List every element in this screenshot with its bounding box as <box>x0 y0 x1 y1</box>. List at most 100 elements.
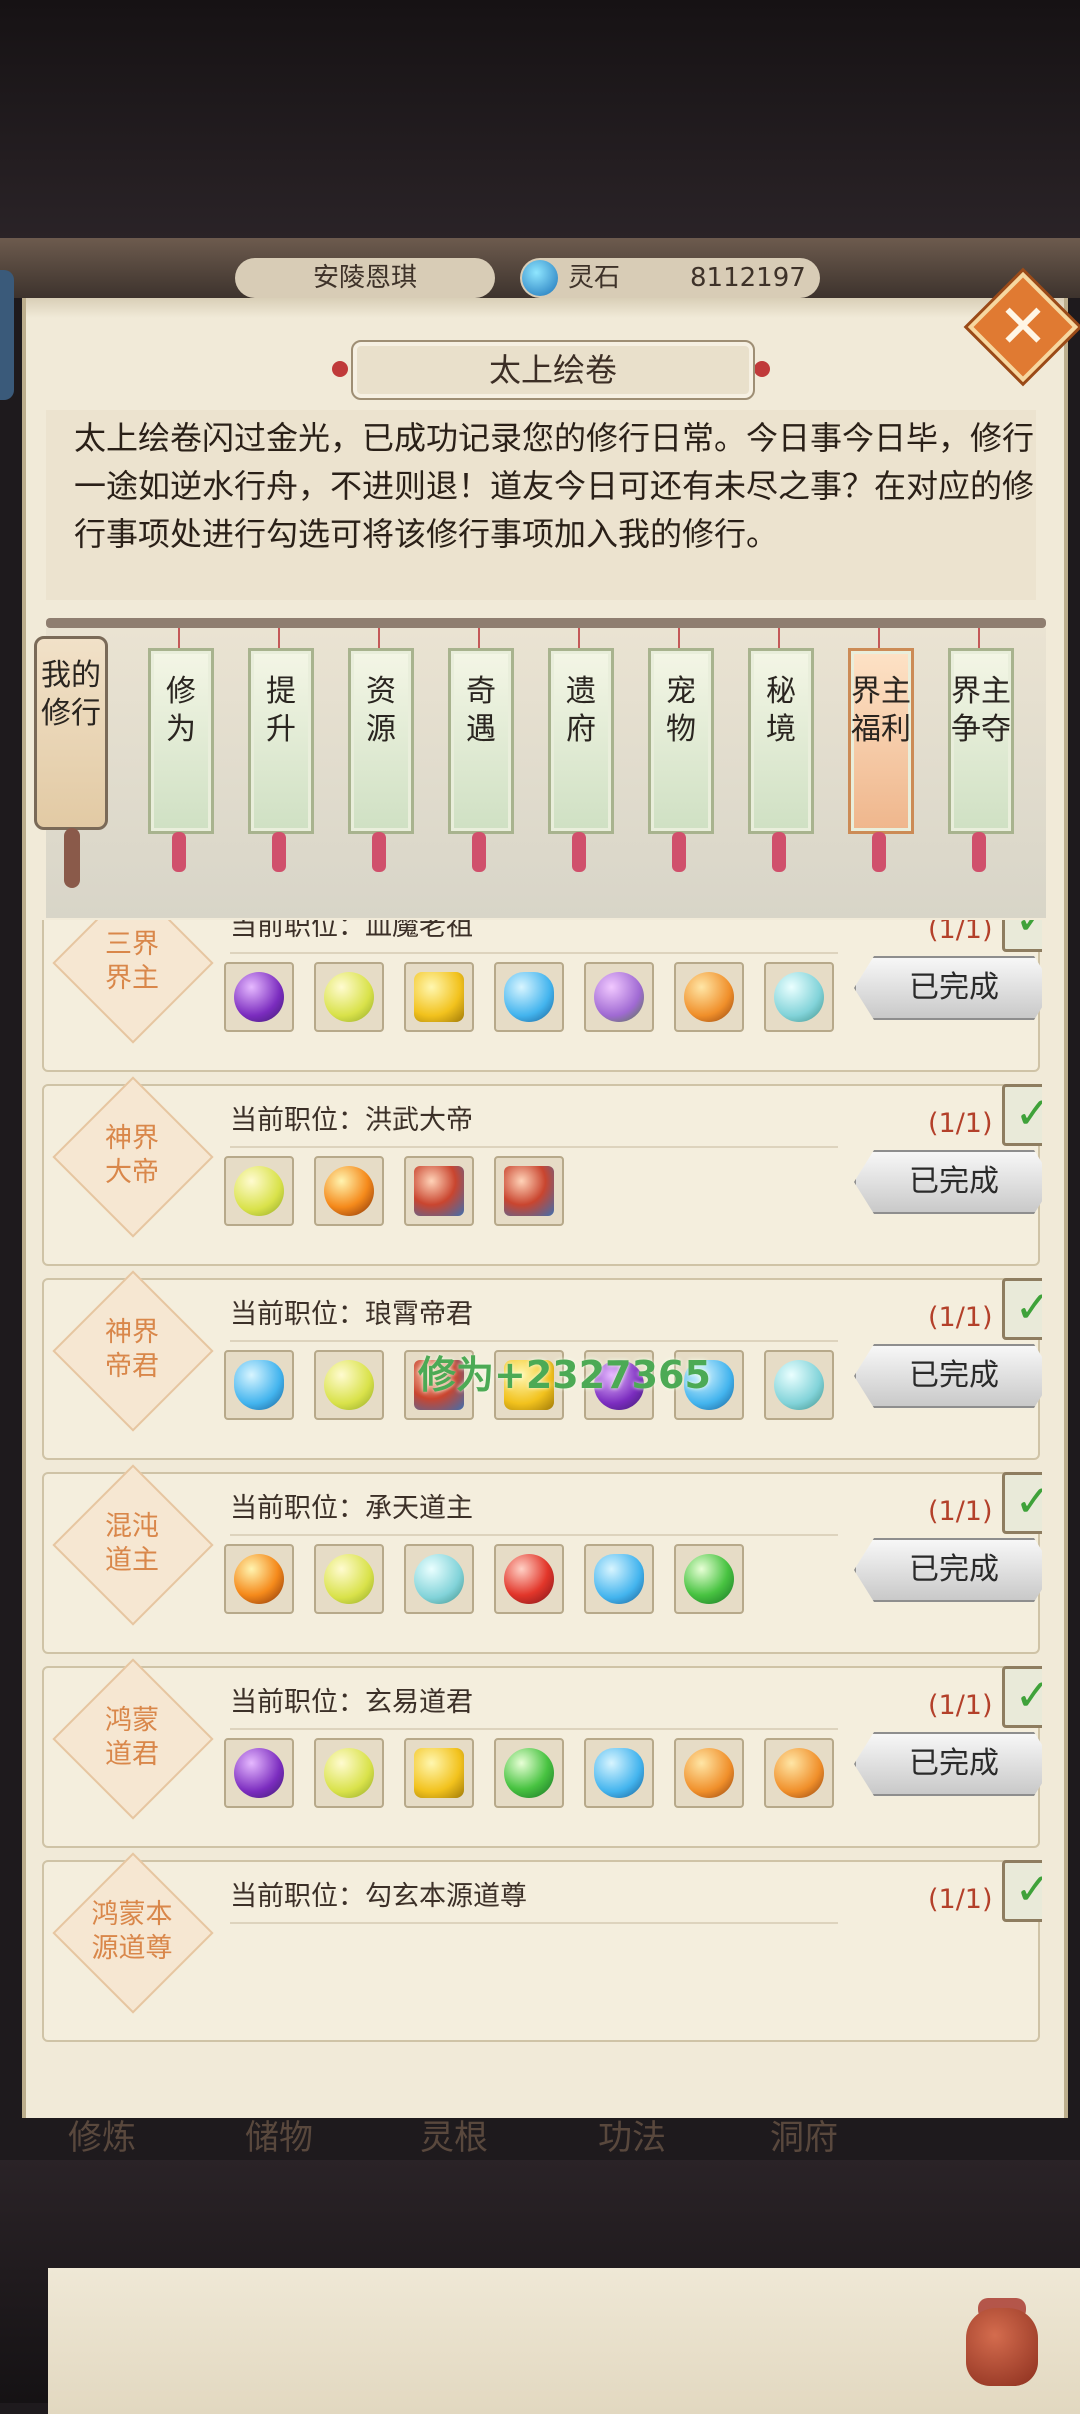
add-to-my-cultivation-checkbox[interactable]: ✓ <box>1002 1666 1042 1728</box>
tassel-icon <box>672 832 686 872</box>
tassel-icon <box>472 832 486 872</box>
task-card: 混沌 道主 当前职位：承天道主 (1/1) ✓ 已完成 <box>42 1464 1042 1654</box>
blue-crystal-icon <box>504 972 554 1022</box>
yellow-orb-stars-icon <box>324 1748 374 1798</box>
add-to-my-cultivation-checkbox[interactable]: ✓ <box>1002 1084 1042 1146</box>
reward-item-fire-fan[interactable] <box>314 1156 384 1226</box>
reward-item-gold-crystal[interactable] <box>404 1738 474 1808</box>
reward-item-gold-ore[interactable] <box>404 962 474 1032</box>
spirit-stone-label: 灵石 <box>568 263 621 293</box>
reward-item-yellow-orb[interactable] <box>314 962 384 1032</box>
tab-legacy-cave[interactable]: 遗 府 <box>548 648 614 834</box>
tab-upgrade[interactable]: 提 升 <box>248 648 314 834</box>
fire-fan-icon <box>324 1166 374 1216</box>
spirit-stone-icon <box>522 260 558 296</box>
progress-count: (1/1) <box>928 1690 993 1721</box>
reward-item-yellow-orb[interactable] <box>224 1156 294 1226</box>
reward-item-wing-feather[interactable] <box>404 1544 474 1614</box>
player-name: 安陵恩琪 <box>235 258 495 298</box>
completed-button[interactable]: 已完成 <box>854 1732 1042 1796</box>
reward-item-green-crystal[interactable] <box>494 1738 564 1808</box>
add-to-my-cultivation-checkbox[interactable]: ✓ <box>1002 920 1042 952</box>
current-position: 当前职位：勾玄本源道尊 <box>230 1881 527 1912</box>
current-position: 当前职位：血魔老祖 <box>230 920 473 942</box>
current-position: 当前职位：承天道主 <box>230 1493 473 1524</box>
current-position: 当前职位：琅霄帝君 <box>230 1299 473 1330</box>
reward-item-blue-orb[interactable] <box>584 1544 654 1614</box>
orange-flower-icon <box>684 972 734 1022</box>
reward-item-blue-beast[interactable] <box>224 1350 294 1420</box>
tab-string <box>878 628 880 648</box>
tab-label: 资 源 <box>366 674 396 747</box>
reward-item-jade-artifact[interactable] <box>764 962 834 1032</box>
completed-button[interactable]: 已完成 <box>854 1150 1042 1214</box>
reward-item-purple-mist[interactable] <box>224 1738 294 1808</box>
blue-beast-icon <box>234 1360 284 1410</box>
tassel-icon <box>272 832 286 872</box>
background-top <box>0 0 1080 240</box>
reward-item-treasure-chest[interactable] <box>404 1156 474 1226</box>
tab-realm-lord-welfare[interactable]: 界主 福利 <box>848 648 914 834</box>
tab-my-cultivation[interactable]: 我的 修行 <box>34 636 108 830</box>
tab-pets[interactable]: 宠 物 <box>648 648 714 834</box>
reward-item-orange-crystal[interactable] <box>674 1738 744 1808</box>
tab-string <box>678 628 680 648</box>
reward-item-yellow-orb-stars[interactable] <box>314 1544 384 1614</box>
reward-item-lavender-herb[interactable] <box>584 962 654 1032</box>
reward-item-yellow-orb[interactable] <box>314 1350 384 1420</box>
tab-label: 我的 修行 <box>41 658 101 731</box>
task-list[interactable]: 三界 界主当前职位：血魔老祖(1/1)✓已完成神界 大帝当前职位：洪武大帝(1/… <box>42 920 1042 2286</box>
current-position: 当前职位：玄易道君 <box>230 1687 473 1718</box>
scroll-dialog: 太上绘卷 太上绘卷闪过金光，已成功记录您的修行日常。今日事今日毕，修行一途如逆水… <box>22 298 1080 2414</box>
tab-label: 遗 府 <box>566 674 596 747</box>
blue-orb-icon <box>594 1554 644 1604</box>
tab-cultivation[interactable]: 修 为 <box>148 648 214 834</box>
reward-item-green-gem[interactable] <box>674 1544 744 1614</box>
tab-label: 修 为 <box>166 674 196 747</box>
tassel-icon <box>572 832 586 872</box>
purple-orb-icon <box>234 972 284 1022</box>
add-to-my-cultivation-checkbox[interactable]: ✓ <box>1002 1860 1042 1922</box>
reward-item-orange-flower[interactable] <box>674 962 744 1032</box>
floating-reward-text: 修为+2327365 <box>418 1353 711 1397</box>
tab-label: 提 升 <box>266 674 296 747</box>
reward-item-jade-artifact[interactable] <box>764 1350 834 1420</box>
yellow-orb-icon <box>324 972 374 1022</box>
spirit-stone-counter: 灵石 8112197 <box>520 258 820 298</box>
close-icon[interactable]: ✕ <box>984 288 1062 366</box>
tab-string <box>978 628 980 648</box>
tab-encounter[interactable]: 奇 遇 <box>448 648 514 834</box>
tab-rail <box>46 618 1046 628</box>
progress-count: (1/1) <box>928 1108 993 1139</box>
reward-item-fire-bowl[interactable] <box>224 1544 294 1614</box>
side-tab[interactable] <box>0 270 14 400</box>
tab-string <box>778 628 780 648</box>
add-to-my-cultivation-checkbox[interactable]: ✓ <box>1002 1278 1042 1340</box>
tab-label: 宠 物 <box>666 674 696 747</box>
intro-text: 太上绘卷闪过金光，已成功记录您的修行日常。今日事今日毕，修行一途如逆水行舟，不进… <box>74 419 1035 553</box>
divider <box>230 1146 838 1148</box>
yellow-orb-stars-icon <box>324 1554 374 1604</box>
reward-item-red-flame[interactable] <box>494 1544 564 1614</box>
tab-string <box>378 628 380 648</box>
purple-mist-icon <box>234 1748 284 1798</box>
tab-resources[interactable]: 资 源 <box>348 648 414 834</box>
gold-ore-icon <box>414 972 464 1022</box>
reward-item-yellow-orb-stars[interactable] <box>314 1738 384 1808</box>
reward-item-purple-orb[interactable] <box>224 962 294 1032</box>
add-to-my-cultivation-checkbox[interactable]: ✓ <box>1002 1472 1042 1534</box>
reward-item-treasure-chest[interactable] <box>494 1156 564 1226</box>
tab-label: 奇 遇 <box>466 674 496 747</box>
reward-item-orange-crystal[interactable] <box>764 1738 834 1808</box>
task-card: 鸿蒙本 源道尊 当前职位：勾玄本源道尊 (1/1) ✓ <box>42 1852 1042 2042</box>
completed-button[interactable]: 已完成 <box>854 956 1042 1020</box>
tab-realm-lord-contest[interactable]: 界主 争夺 <box>948 648 1014 834</box>
reward-item-blue-crystal[interactable] <box>494 962 564 1032</box>
dialog-title: 太上绘卷 <box>351 340 755 400</box>
tab-secret-realm[interactable]: 秘 境 <box>748 648 814 834</box>
fire-bowl-icon <box>234 1554 284 1604</box>
completed-button[interactable]: 已完成 <box>854 1344 1042 1408</box>
completed-button[interactable]: 已完成 <box>854 1538 1042 1602</box>
divider <box>230 1922 838 1924</box>
reward-item-blue-crystal[interactable] <box>584 1738 654 1808</box>
